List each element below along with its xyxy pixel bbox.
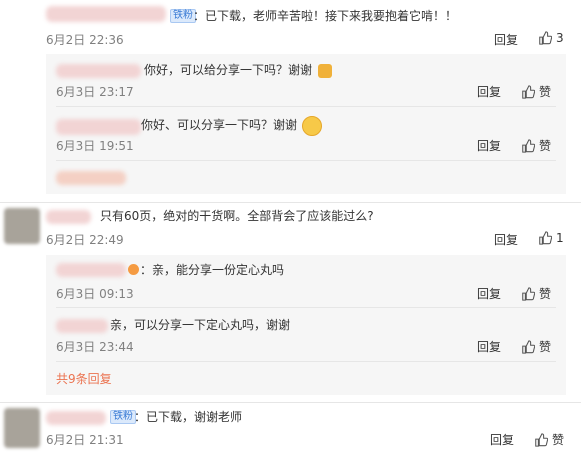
reply-text: 你好、可以分享一下吗？谢谢 [141,118,298,132]
comment-text: ：已下载，老师辛苦啦！接下来我要抱着它啃！！ [193,9,458,23]
reply-author-blurred[interactable] [56,263,126,277]
reply-text: 亲，可以分享一下定心丸吗，谢谢 [110,318,291,332]
like-button[interactable]: 赞 [534,431,564,448]
reply-button[interactable]: 回复 [490,433,514,447]
reply-time: 6月3日 09:13 [56,287,134,301]
reply-text: 你好，可以给分享一下吗？谢谢 [144,63,313,77]
avatar[interactable] [4,208,40,244]
like-label: 赞 [539,85,552,99]
like-button[interactable]: 1 [538,231,564,245]
like-button[interactable]: 赞 [521,285,551,302]
like-label: 赞 [539,139,552,153]
avatar[interactable] [4,408,40,448]
more-replies-link[interactable]: 共9条回复 [56,372,112,386]
comment-time: 6月2日 22:49 [46,233,124,247]
thumbs-up-icon [539,231,552,245]
more-replies-blurred[interactable] [56,171,126,185]
reply-text: ：亲，能分享一份定心丸吗 [140,263,285,277]
like-button[interactable]: 赞 [521,83,551,100]
reply-time: 6月3日 23:44 [56,340,134,354]
divider [56,106,556,107]
like-label: 赞 [539,340,552,354]
author-name-blurred[interactable] [46,411,106,425]
comment-text: ：已下载，谢谢老师 [134,410,243,424]
comment-text: 只有60页，绝对的干货啊。全部背会了应该能过么? [100,209,374,223]
divider [56,361,556,362]
reply-author-blurred[interactable] [56,64,141,78]
author-name-blurred[interactable] [46,210,91,224]
comment-time: 6月2日 21:31 [46,433,124,447]
divider [56,307,556,308]
thumbs-up-icon [535,432,548,447]
pray-emoji-icon [318,64,332,78]
reply-author-blurred[interactable] [56,119,141,135]
like-label: 赞 [539,287,552,301]
like-button[interactable]: 赞 [521,137,551,154]
like-count: 1 [556,231,564,245]
reply-button[interactable]: 回复 [494,33,518,47]
thumbs-up-icon [522,286,535,301]
like-label: 赞 [552,433,565,447]
reply-button[interactable]: 回复 [477,85,501,99]
thumbs-up-icon [522,339,535,354]
reply-thread: 你好，可以给分享一下吗？谢谢 6月3日 23:17 回复 赞 你好、可以分享一下… [46,54,566,194]
flower-emoji-icon [128,264,139,275]
fan-badge: 铁粉 [110,410,136,424]
thumbs-up-icon [539,31,552,45]
reply-button[interactable]: 回复 [477,139,501,153]
reply-time: 6月3日 19:51 [56,139,134,153]
like-button[interactable]: 赞 [521,338,551,355]
reply-button[interactable]: 回复 [477,340,501,354]
face-emoji-icon [302,116,322,136]
reply-thread: ：亲，能分享一份定心丸吗 6月3日 09:13 回复 赞 亲，可以分享一下定心丸… [46,255,566,395]
thumbs-up-icon [522,138,535,153]
author-name-blurred[interactable] [46,6,166,22]
comment-time: 6月2日 22:36 [46,33,124,47]
like-count: 3 [556,31,564,45]
comment-divider [0,402,581,403]
comment-divider [0,202,581,203]
reply-time: 6月3日 23:17 [56,85,134,99]
divider [56,160,556,161]
reply-button[interactable]: 回复 [477,287,501,301]
like-button[interactable]: 3 [538,31,564,45]
thumbs-up-icon [522,84,535,99]
reply-button[interactable]: 回复 [494,233,518,247]
reply-author-blurred[interactable] [56,319,108,333]
